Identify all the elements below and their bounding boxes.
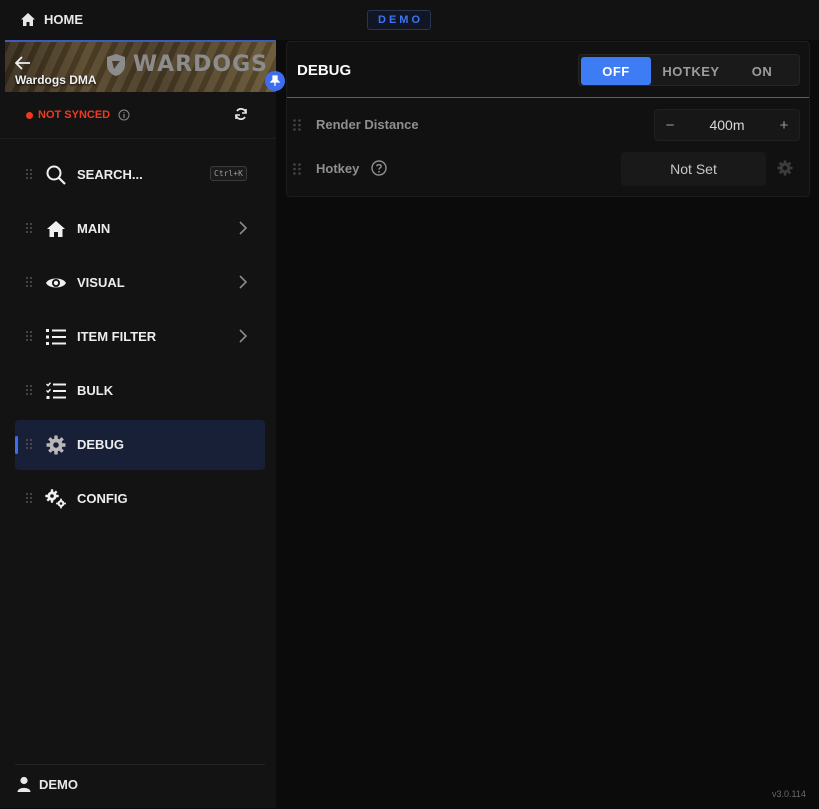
render-distance-label: Render Distance xyxy=(316,117,419,132)
sidebar-item-label: ITEM FILTER xyxy=(77,329,157,344)
home-icon xyxy=(45,218,67,240)
chevron-right-icon xyxy=(239,221,247,235)
help-icon[interactable] xyxy=(371,160,387,176)
hotkey-label: Hotkey xyxy=(316,161,360,176)
chevron-right-icon xyxy=(239,329,247,343)
drag-handle-icon[interactable] xyxy=(293,119,301,131)
decrement-button[interactable]: − xyxy=(655,110,685,140)
sidebar-item-bulk[interactable]: BULK xyxy=(15,366,265,416)
drag-handle-icon[interactable] xyxy=(26,223,32,233)
info-icon[interactable] xyxy=(118,109,130,121)
mode-hotkey-button[interactable]: HOTKEY xyxy=(653,57,729,85)
gears-icon xyxy=(45,488,67,510)
sidebar-item-main[interactable]: MAIN xyxy=(15,204,265,254)
debug-panel: DEBUG OFF HOTKEY ON Render Distance − 40… xyxy=(286,41,810,197)
shortcut-badge: Ctrl+K xyxy=(210,166,247,181)
drag-handle-icon[interactable] xyxy=(293,163,301,175)
render-distance-row: Render Distance − 400m + xyxy=(287,103,809,147)
home-label: HOME xyxy=(44,12,83,27)
refresh-icon[interactable] xyxy=(234,107,248,121)
brand-logo: WARDOGS xyxy=(105,52,268,77)
panel-header: DEBUG OFF HOTKEY ON xyxy=(287,42,809,98)
sidebar-item-label: MAIN xyxy=(77,221,111,236)
sidebar-footer: DEMO xyxy=(15,764,265,809)
pin-button[interactable] xyxy=(265,71,285,91)
render-distance-value[interactable]: 400m xyxy=(685,110,769,140)
chevron-right-icon xyxy=(239,275,247,289)
banner-title: Wardogs DMA xyxy=(15,73,97,87)
user-label: DEMO xyxy=(39,776,78,792)
drag-handle-icon[interactable] xyxy=(26,493,32,503)
user-account[interactable]: DEMO xyxy=(17,776,78,792)
status-dot xyxy=(26,111,33,119)
sidebar: Wardogs DMA WARDOGS NOT SYNCED SEARCH...… xyxy=(0,40,285,809)
hotkey-row: Hotkey Not Set xyxy=(287,147,809,191)
list-icon xyxy=(45,326,67,348)
hotkey-settings-gear-icon[interactable] xyxy=(777,160,793,176)
sidebar-item-search[interactable]: SEARCH... Ctrl+K xyxy=(15,150,265,200)
sidebar-item-label: VISUAL xyxy=(77,275,125,290)
mode-on-button[interactable]: ON xyxy=(729,57,795,85)
sidebar-item-item-filter[interactable]: ITEM FILTER xyxy=(15,312,265,362)
hotkey-set-button[interactable]: Not Set xyxy=(621,152,766,186)
demo-badge: DEMO xyxy=(367,10,431,30)
sidebar-item-label: SEARCH... xyxy=(77,167,143,182)
pin-icon xyxy=(270,75,280,86)
increment-button[interactable]: + xyxy=(769,110,799,140)
search-icon xyxy=(45,164,67,186)
drag-handle-icon[interactable] xyxy=(26,277,32,287)
shield-logo-icon xyxy=(106,53,125,76)
sync-row: NOT SYNCED xyxy=(0,92,276,139)
render-distance-stepper: − 400m + xyxy=(654,109,800,141)
version-label: v3.0.114 xyxy=(772,789,806,799)
sync-status-label: NOT SYNCED xyxy=(38,109,111,121)
sidebar-item-label: DEBUG xyxy=(77,437,124,452)
home-icon xyxy=(21,13,35,26)
mode-segmented-control: OFF HOTKEY ON xyxy=(578,54,800,86)
sidebar-item-label: BULK xyxy=(77,383,114,398)
drag-handle-icon[interactable] xyxy=(26,385,32,395)
mode-off-button[interactable]: OFF xyxy=(581,57,651,85)
checklist-icon xyxy=(45,380,67,402)
panel-title: DEBUG xyxy=(297,62,352,79)
banner: Wardogs DMA WARDOGS xyxy=(5,40,276,92)
sidebar-item-label: CONFIG xyxy=(77,491,128,506)
drag-handle-icon[interactable] xyxy=(26,331,32,341)
top-bar: HOME DEMO xyxy=(0,0,819,40)
brand-text: WARDOGS xyxy=(132,52,268,77)
drag-handle-icon[interactable] xyxy=(26,169,32,179)
gear-icon xyxy=(45,434,67,456)
home-link[interactable]: HOME xyxy=(20,12,83,27)
drag-handle-icon[interactable] xyxy=(26,439,32,449)
sync-status: NOT SYNCED xyxy=(26,109,130,121)
user-icon xyxy=(17,776,31,792)
sidebar-item-visual[interactable]: VISUAL xyxy=(15,258,265,308)
sidebar-item-debug[interactable]: DEBUG xyxy=(15,420,265,470)
eye-icon xyxy=(45,272,67,294)
back-arrow-icon[interactable] xyxy=(15,56,31,70)
sidebar-item-config[interactable]: CONFIG xyxy=(15,474,265,524)
